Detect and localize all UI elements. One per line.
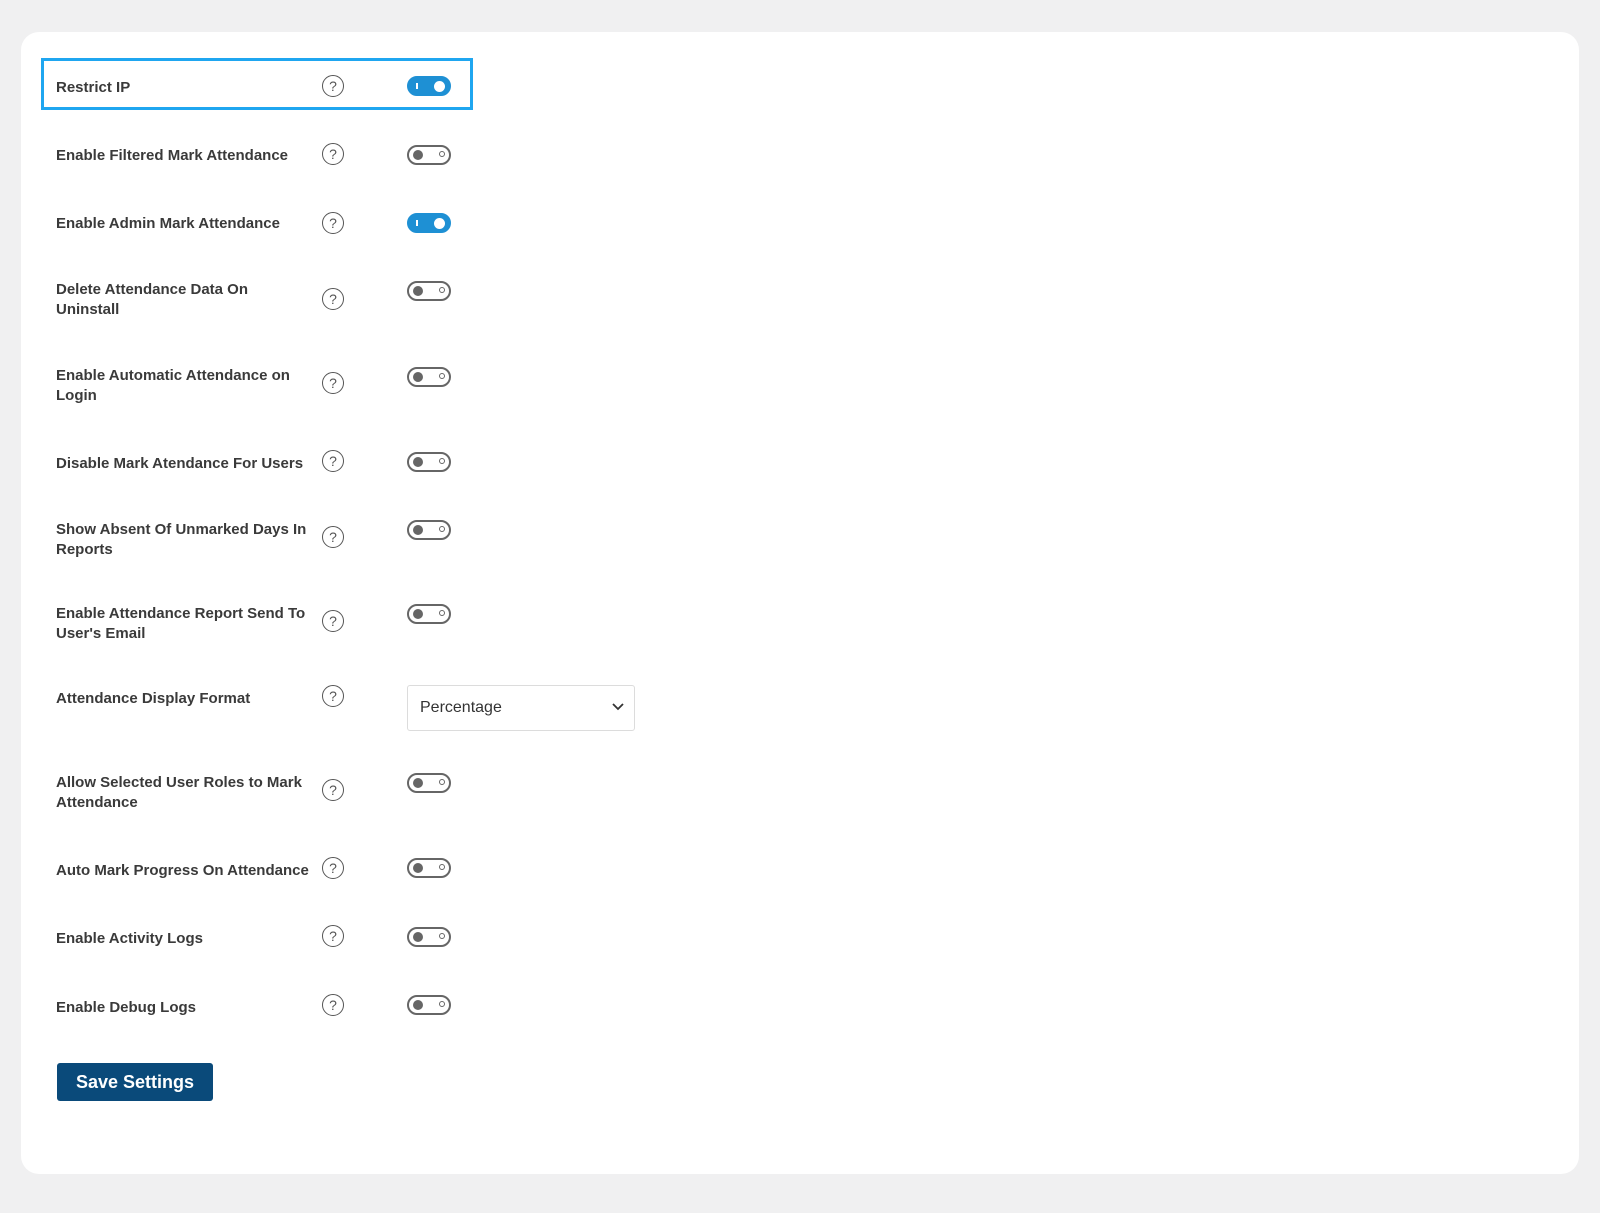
setting-label: Auto Mark Progress On Attendance [56,862,309,879]
toggle-knob [413,932,423,942]
debug-logs-toggle[interactable] [407,995,451,1015]
display-format-select[interactable]: Percentage [407,685,635,731]
toggle-off-indicator [439,287,445,293]
toggle-off-indicator [439,1001,445,1007]
toggle-knob [413,372,423,382]
toggle-knob [413,525,423,535]
automatic-attendance-login-toggle[interactable] [407,367,451,387]
save-settings-button[interactable]: Save Settings [57,1063,213,1101]
help-icon[interactable]: ? [322,685,344,707]
setting-label: Delete Attendance Data On Uninstall [56,281,248,318]
toggle-off-indicator [439,610,445,616]
setting-label: Enable Attendance Report Send To User's … [56,605,306,642]
help-icon[interactable]: ? [322,75,344,97]
setting-label: Enable Activity Logs [56,930,203,947]
toggle-off-indicator [439,526,445,532]
toggle-knob [413,1000,423,1010]
toggle-knob [413,778,423,788]
restrict-ip-toggle[interactable] [407,76,451,96]
toggle-knob [413,863,423,873]
delete-data-on-uninstall-toggle[interactable] [407,281,451,301]
setting-label: Disable Mark Atendance For Users [56,455,304,472]
chevron-down-icon [612,703,624,711]
setting-label: Enable Automatic Attendance on Login [56,367,290,404]
auto-mark-progress-toggle[interactable] [407,858,451,878]
help-icon[interactable]: ? [322,925,344,947]
setting-label: Enable Admin Mark Attendance [56,215,280,232]
help-icon[interactable]: ? [322,143,344,165]
toggle-knob [413,286,423,296]
toggle-knob [413,457,423,467]
toggle-knob [413,609,423,619]
help-icon[interactable]: ? [322,779,344,801]
help-icon[interactable]: ? [322,372,344,394]
toggle-off-indicator [439,779,445,785]
disable-mark-attendance-toggle[interactable] [407,452,451,472]
setting-label: Enable Debug Logs [56,999,197,1016]
toggle-off-indicator [439,151,445,157]
toggle-on-indicator [416,220,418,226]
toggle-knob [413,150,423,160]
setting-label: Show Absent Of Unmarked Days In Reports [56,521,307,558]
setting-label: Attendance Display Format [56,690,251,707]
help-icon[interactable]: ? [322,610,344,632]
setting-label: Allow Selected User Roles to Mark Attend… [56,774,302,811]
allow-user-roles-toggle[interactable] [407,773,451,793]
help-icon[interactable]: ? [322,857,344,879]
help-icon[interactable]: ? [322,450,344,472]
help-icon[interactable]: ? [322,288,344,310]
toggle-on-indicator [416,83,418,89]
help-icon[interactable]: ? [322,212,344,234]
toggle-knob [434,81,445,92]
toggle-off-indicator [439,933,445,939]
filtered-mark-attendance-toggle[interactable] [407,145,451,165]
settings-card: Restrict IP ? Enable Filtered Mark Atten… [21,32,1579,1174]
setting-label: Enable Filtered Mark Attendance [56,147,289,164]
toggle-off-indicator [439,458,445,464]
report-email-toggle[interactable] [407,604,451,624]
show-absent-unmarked-toggle[interactable] [407,520,451,540]
toggle-knob [434,218,445,229]
activity-logs-toggle[interactable] [407,927,451,947]
help-icon[interactable]: ? [322,994,344,1016]
setting-label: Restrict IP [56,79,131,96]
display-format-selected: Percentage [420,699,502,716]
toggle-off-indicator [439,373,445,379]
admin-mark-attendance-toggle[interactable] [407,213,451,233]
toggle-off-indicator [439,864,445,870]
help-icon[interactable]: ? [322,526,344,548]
